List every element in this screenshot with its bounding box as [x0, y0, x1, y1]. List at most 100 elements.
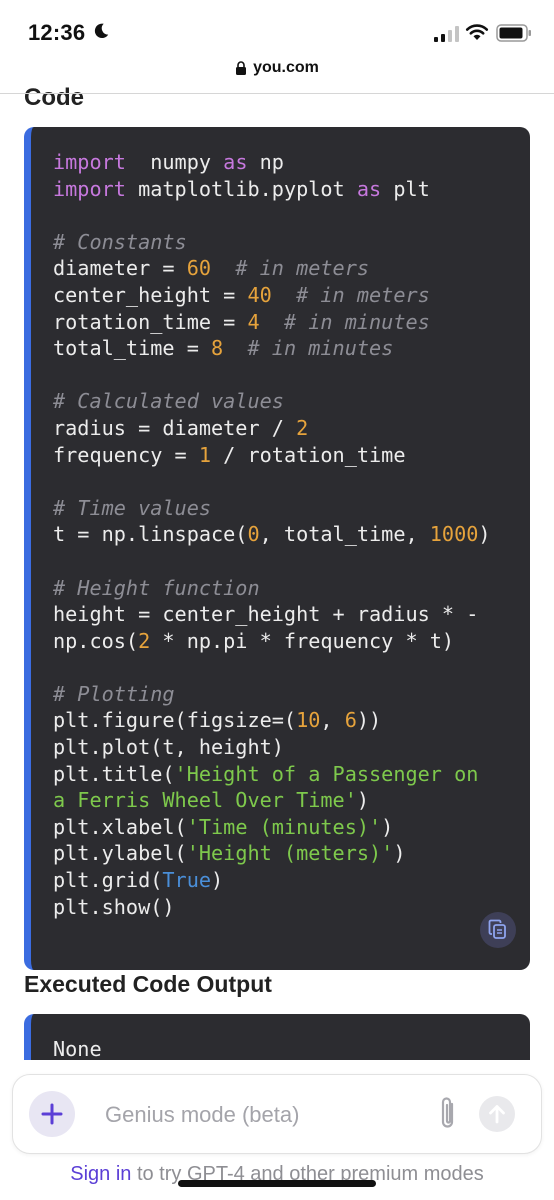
signin-link[interactable]: Sign in: [70, 1163, 131, 1185]
code-token: plt.title(: [53, 761, 175, 786]
code-token: # in meters: [296, 282, 430, 307]
code-line: # Constants: [53, 229, 491, 256]
home-indicator: [178, 1180, 376, 1187]
code-token: numpy: [125, 150, 224, 174]
code-token: center_height =: [53, 282, 248, 307]
code-line: diameter = 60 # in meters: [53, 255, 491, 282]
code-token: import: [53, 176, 126, 201]
code-token: # Calculated values: [53, 389, 284, 414]
code-line: plt.plot(t, height): [53, 734, 491, 761]
code-line: # Calculated values: [53, 388, 491, 415]
code-token: 2: [138, 628, 151, 653]
url-bar[interactable]: you.com: [0, 56, 554, 86]
code-token: ): [211, 868, 224, 893]
cellular-signal-icon: [434, 26, 459, 42]
code-token: 8: [211, 336, 224, 361]
wifi-icon: [465, 24, 489, 40]
code-token: rotation_time =: [53, 309, 248, 334]
code-token: # Plotting: [53, 681, 175, 706]
code-line: plt.xlabel('Time (minutes)'): [53, 814, 491, 841]
code-token: np: [247, 150, 284, 174]
code-token: 'Time (minutes)': [186, 814, 382, 839]
code-token: as: [356, 176, 382, 201]
code-line: rotation_time = 4 # in minutes: [53, 309, 491, 336]
code-token: plt.show(): [53, 894, 175, 919]
code-token: radius = diameter /: [53, 415, 297, 440]
code-line: plt.title('Height of a Passenger on: [53, 761, 491, 788]
code-token: # Constants: [53, 229, 187, 254]
code-line: np.cos(2 * np.pi * frequency * t): [53, 628, 491, 655]
composer-area: Genius mode (beta) Sign in to try GPT-4 …: [0, 1060, 554, 1200]
code-section-heading: Code: [24, 84, 84, 110]
url-text: you.com: [253, 59, 319, 76]
arrow-up-icon: [489, 1105, 505, 1124]
code-line: plt.grid(True): [53, 867, 491, 894]
code-token: plt.figure(figsize=(: [53, 708, 297, 733]
status-bar: 12:36: [0, 0, 554, 52]
url-bar-divider: [0, 93, 554, 94]
code-token: 1000: [429, 522, 479, 547]
code-token: # Time values: [53, 495, 212, 520]
code-line: plt.show(): [53, 894, 491, 921]
code-line: # Height function: [53, 575, 491, 602]
code-token: 6: [344, 708, 357, 733]
composer-card: Genius mode (beta): [12, 1074, 542, 1154]
code-line: plt.figure(figsize=(10, 6)): [53, 707, 491, 734]
code-token: 'Height (meters)': [186, 841, 394, 866]
output-section-heading: Executed Code Output: [24, 971, 272, 997]
code-token: 10: [296, 708, 321, 733]
code-token: frequency =: [53, 442, 199, 467]
code-token: ): [478, 522, 491, 547]
code-line: frequency = 1 / rotation_time: [53, 442, 491, 469]
code-token: 2: [296, 415, 309, 440]
code-line: import matplotlib.pyplot as plt: [53, 176, 491, 203]
code-line: t = np.linspace(0, total_time, 1000): [53, 521, 491, 548]
code-token: )): [356, 708, 382, 733]
code-token: plt.xlabel(: [53, 814, 187, 839]
code-token: total_time =: [53, 336, 212, 361]
code-line: a Ferris Wheel Over Time'): [53, 787, 491, 814]
copy-code-button[interactable]: [480, 912, 516, 948]
code-line: # Time values: [53, 495, 491, 522]
plus-icon: [41, 1103, 63, 1125]
code-token: np.cos(: [53, 628, 139, 653]
code-line: total_time = 8 # in minutes: [53, 335, 491, 362]
code-token: height = center_height + radius * -: [53, 602, 479, 627]
moon-icon: [94, 23, 109, 39]
code-token: ): [381, 814, 394, 839]
code-token: matplotlib.pyplot: [125, 176, 357, 201]
code-token: plt: [381, 176, 430, 201]
add-button[interactable]: [29, 1091, 75, 1137]
prompt-input[interactable]: Genius mode (beta): [105, 1102, 299, 1128]
code-token: True: [162, 868, 212, 893]
code-line: import numpy as np: [53, 149, 491, 176]
send-button[interactable]: [479, 1096, 515, 1132]
code-token: plt.ylabel(: [53, 841, 187, 866]
code-token: t = np.linspace(: [53, 522, 248, 547]
code-line: height = center_height + radius * -: [53, 601, 491, 628]
code-token: a Ferris Wheel Over Time': [53, 788, 357, 813]
code-token: 60: [186, 256, 212, 281]
code-token: 4: [247, 309, 260, 334]
code-token: plt.plot(t, height): [53, 735, 284, 760]
code-token: as: [223, 150, 248, 174]
code-text: import numpy as np import matplotlib.pypl…: [53, 149, 491, 920]
code-token: 1: [198, 442, 212, 467]
status-time: 12:36: [28, 20, 86, 45]
code-token: * np.pi * frequency * t): [150, 628, 455, 653]
code-line: radius = diameter / 2: [53, 415, 491, 442]
paperclip-icon[interactable]: [437, 1095, 459, 1133]
code-token: / rotation_time: [211, 442, 406, 467]
battery-icon: [496, 24, 531, 42]
code-line: plt.ylabel('Height (meters)'): [53, 840, 491, 867]
code-token: ,: [320, 708, 345, 733]
code-token: import: [53, 150, 126, 174]
